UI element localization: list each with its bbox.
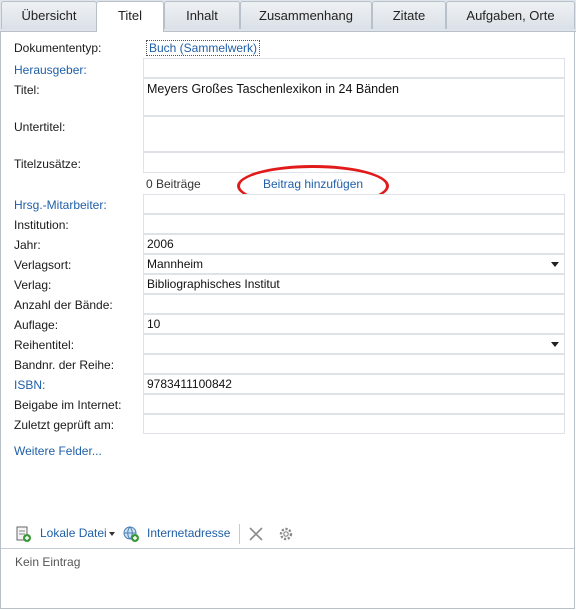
empty-state-text: Kein Eintrag	[15, 555, 81, 569]
reihentitel-select[interactable]	[143, 334, 565, 354]
auflage-label: Auflage:	[14, 318, 59, 332]
untertitel-field[interactable]	[143, 116, 565, 152]
tab-inhalt[interactable]: Inhalt	[164, 1, 240, 29]
isbn-field[interactable]: 9783411100842	[143, 374, 565, 394]
isbn-label[interactable]: ISBN:	[14, 378, 45, 392]
chevron-down-icon[interactable]	[551, 342, 559, 347]
titel-field[interactable]: Meyers Großes Taschenlexikon in 24 Bände…	[143, 78, 565, 116]
zuletzt-geprueft-label: Zuletzt geprüft am:	[14, 418, 115, 432]
herausgeber-field[interactable]	[143, 58, 565, 78]
institution-field[interactable]	[143, 214, 565, 234]
verlagsort-value: Mannheim	[147, 257, 204, 271]
reihentitel-label: Reihentitel:	[14, 338, 75, 352]
tab-zitate[interactable]: Zitate	[372, 1, 446, 29]
beigabe-internet-label: Beigabe im Internet:	[14, 398, 122, 412]
tab-uebersicht[interactable]: Übersicht	[1, 1, 97, 29]
bandnr-reihe-label: Bandnr. der Reihe:	[14, 358, 115, 372]
jahr-field[interactable]: 2006	[143, 234, 565, 254]
institution-label: Institution:	[14, 218, 69, 232]
add-local-file-icon[interactable]	[14, 525, 32, 543]
anzahl-baende-field[interactable]	[143, 294, 565, 314]
document-type-link[interactable]: Buch (Sammelwerk)	[146, 40, 261, 56]
chevron-down-icon[interactable]	[551, 262, 559, 267]
bandnr-reihe-field[interactable]	[143, 354, 565, 374]
internet-address-button[interactable]: Internetadresse	[147, 526, 230, 540]
local-file-button[interactable]: Lokale Datei	[40, 526, 107, 540]
tab-bar: Übersicht Titel Inhalt Zusammenhang Zita…	[0, 0, 576, 32]
zuletzt-geprueft-field[interactable]	[143, 414, 565, 434]
anzahl-baende-label: Anzahl der Bände:	[14, 298, 113, 312]
verlag-label: Verlag:	[14, 278, 52, 292]
tab-zusammenhang[interactable]: Zusammenhang	[240, 1, 372, 29]
chevron-down-icon[interactable]	[108, 530, 116, 538]
add-internet-address-icon[interactable]	[122, 525, 140, 543]
attachment-toolbar: Lokale Datei Internetadresse	[1, 520, 574, 549]
hrsg-mitarbeiter-label[interactable]: Hrsg.-Mitarbeiter:	[14, 198, 107, 212]
more-fields-link[interactable]: Weitere Felder...	[14, 444, 102, 458]
beigabe-internet-field[interactable]	[143, 394, 565, 414]
herausgeber-label[interactable]: Herausgeber:	[14, 63, 87, 77]
titel-label: Titel:	[14, 83, 40, 97]
hrsg-mitarbeiter-field[interactable]	[143, 194, 565, 214]
delete-icon[interactable]	[247, 525, 265, 543]
untertitel-label: Untertitel:	[14, 120, 66, 134]
verlag-field[interactable]: Bibliographisches Institut	[143, 274, 565, 294]
tab-aufgaben-orte[interactable]: Aufgaben, Orte	[446, 1, 575, 29]
verlagsort-label: Verlagsort:	[14, 258, 72, 272]
jahr-label: Jahr:	[14, 238, 41, 252]
contributions-count: 0 Beiträge	[146, 177, 201, 191]
tab-titel[interactable]: Titel	[96, 1, 164, 32]
auflage-field[interactable]: 10	[143, 314, 565, 334]
document-type-label: Dokumententyp:	[14, 41, 102, 55]
gear-icon[interactable]	[277, 525, 295, 543]
titelzusaetze-label: Titelzusätze:	[14, 157, 81, 171]
verlagsort-select[interactable]: Mannheim	[143, 254, 565, 274]
toolbar-divider	[239, 524, 240, 544]
